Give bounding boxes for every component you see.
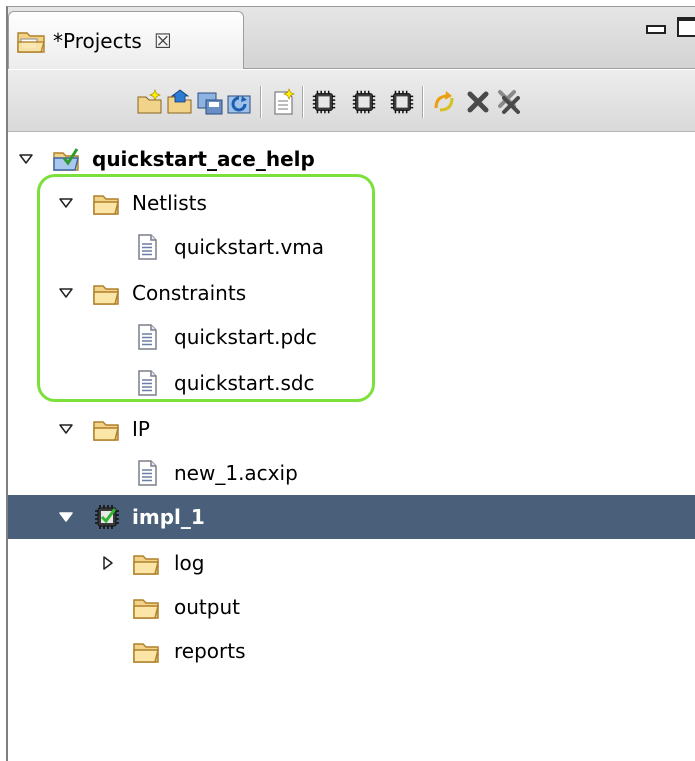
project-label: quickstart_ace_help <box>92 147 315 171</box>
folder-icon <box>92 278 122 308</box>
tab-projects[interactable]: *Projects ☒ <box>8 11 244 69</box>
project-tree: quickstart_ace_help Netlists quickstart.… <box>8 133 695 761</box>
window-controls <box>645 17 695 37</box>
tab-strip: *Projects ☒ <box>8 7 695 69</box>
file-icon <box>132 458 162 488</box>
tree-item-impl[interactable]: impl_1 <box>8 495 695 539</box>
file-icon <box>132 368 162 398</box>
folder-icon <box>92 414 122 444</box>
tree-item-netlists[interactable]: Netlists <box>8 181 695 225</box>
implementation-chip-icon <box>95 505 119 529</box>
delete-all-icon[interactable] <box>494 88 522 116</box>
folder-icon <box>132 592 162 622</box>
chevron-right-icon[interactable] <box>100 555 116 571</box>
projects-panel: *Projects ☒ quickstart_ace_help Netlists… <box>6 6 695 761</box>
folder-icon <box>132 548 162 578</box>
chevron-down-icon[interactable] <box>58 421 74 437</box>
toolbar-separator <box>302 86 304 118</box>
chevron-down-icon[interactable] <box>58 195 74 211</box>
chevron-down-icon[interactable] <box>58 509 74 525</box>
tree-item-file[interactable]: quickstart.pdc <box>8 315 695 359</box>
tree-item-project[interactable]: quickstart_ace_help <box>8 137 695 181</box>
folder-label: Netlists <box>132 191 207 215</box>
import-chip-icon[interactable] <box>350 88 378 116</box>
add-chip-icon[interactable] <box>310 88 338 116</box>
chevron-down-icon[interactable] <box>58 285 74 301</box>
folder-icon <box>92 188 122 218</box>
refresh-project-icon[interactable] <box>226 88 254 116</box>
folder-label: reports <box>174 639 246 663</box>
tree-item-file[interactable]: quickstart.sdc <box>8 361 695 405</box>
open-project-icon[interactable] <box>166 88 194 116</box>
tree-item-file[interactable]: quickstart.vma <box>8 225 695 269</box>
tree-item-ip[interactable]: IP <box>8 407 695 451</box>
file-label: quickstart.vma <box>174 235 325 259</box>
minimize-icon[interactable] <box>645 17 666 37</box>
maximize-icon[interactable] <box>677 17 695 37</box>
delete-icon[interactable] <box>464 88 492 116</box>
impl-label: impl_1 <box>132 505 205 529</box>
folder-label: log <box>174 551 205 575</box>
file-label: quickstart.sdc <box>174 371 315 395</box>
tree-item-reports[interactable]: reports <box>8 629 695 673</box>
file-icon <box>132 322 162 352</box>
project-icon <box>53 148 79 171</box>
folder-icon <box>132 636 162 666</box>
new-folder-icon[interactable] <box>136 88 164 116</box>
tree-item-output[interactable]: output <box>8 585 695 629</box>
sync-icon[interactable] <box>430 88 458 116</box>
tree-item-constraints[interactable]: Constraints <box>8 271 695 315</box>
save-chip-icon[interactable] <box>388 88 416 116</box>
file-label: new_1.acxip <box>174 461 298 485</box>
close-icon[interactable]: ☒ <box>154 31 172 51</box>
chevron-down-icon[interactable] <box>18 151 34 167</box>
toolbar-separator <box>422 86 424 118</box>
folder-label: IP <box>132 417 150 441</box>
folder-label: Constraints <box>132 281 247 305</box>
file-label: quickstart.pdc <box>174 325 317 349</box>
new-file-icon[interactable] <box>270 88 298 116</box>
tab-title: *Projects <box>53 28 142 53</box>
file-icon <box>132 232 162 262</box>
tree-item-log[interactable]: log <box>8 541 695 585</box>
folder-label: output <box>174 595 240 619</box>
save-project-icon[interactable] <box>196 88 224 116</box>
toolbar-separator <box>260 86 262 118</box>
tree-item-file[interactable]: new_1.acxip <box>8 451 695 495</box>
toolbar <box>8 70 695 132</box>
projects-folder-icon <box>17 31 45 53</box>
